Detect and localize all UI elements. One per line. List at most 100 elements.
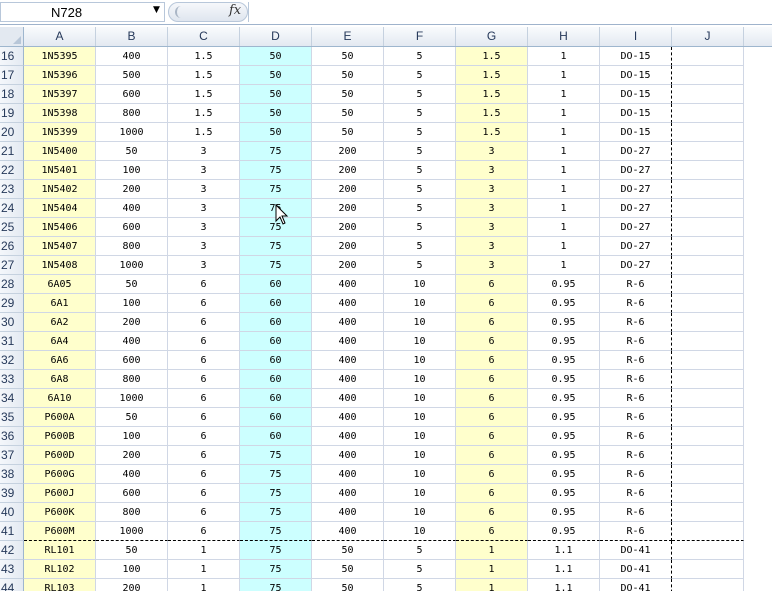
cell-d29[interactable]: 60 bbox=[240, 294, 312, 313]
cell-b34[interactable]: 1000 bbox=[96, 389, 168, 408]
cell-h31[interactable]: 0.95 bbox=[528, 332, 600, 351]
cell-j41[interactable] bbox=[672, 522, 744, 541]
cell-a23[interactable]: 1N5402 bbox=[24, 180, 96, 199]
cell-b30[interactable]: 200 bbox=[96, 313, 168, 332]
cell-d27[interactable]: 75 bbox=[240, 256, 312, 275]
cell-a42[interactable]: RL101 bbox=[24, 541, 96, 560]
cell-d26[interactable]: 75 bbox=[240, 237, 312, 256]
row-header-36[interactable]: 36 bbox=[0, 427, 24, 446]
row-header-22[interactable]: 22 bbox=[0, 161, 24, 180]
cell-a43[interactable]: RL102 bbox=[24, 560, 96, 579]
cell-c38[interactable]: 6 bbox=[168, 465, 240, 484]
cell-j22[interactable] bbox=[672, 161, 744, 180]
row-header-42[interactable]: 42 bbox=[0, 541, 24, 560]
cell-e17[interactable]: 50 bbox=[312, 66, 384, 85]
cell-g35[interactable]: 6 bbox=[456, 408, 528, 427]
cell-b28[interactable]: 50 bbox=[96, 275, 168, 294]
cell-h37[interactable]: 0.95 bbox=[528, 446, 600, 465]
cell-d41[interactable]: 75 bbox=[240, 522, 312, 541]
cell-c44[interactable]: 1 bbox=[168, 579, 240, 591]
row-header-41[interactable]: 41 bbox=[0, 522, 24, 541]
row-header-18[interactable]: 18 bbox=[0, 85, 24, 104]
cell-i41[interactable]: R-6 bbox=[600, 522, 672, 541]
cell-h38[interactable]: 0.95 bbox=[528, 465, 600, 484]
cell-c17[interactable]: 1.5 bbox=[168, 66, 240, 85]
cell-f42[interactable]: 5 bbox=[384, 541, 456, 560]
cell-a20[interactable]: 1N5399 bbox=[24, 123, 96, 142]
cell-f21[interactable]: 5 bbox=[384, 142, 456, 161]
row-header-19[interactable]: 19 bbox=[0, 104, 24, 123]
cell-f26[interactable]: 5 bbox=[384, 237, 456, 256]
cell-h34[interactable]: 0.95 bbox=[528, 389, 600, 408]
cell-f43[interactable]: 5 bbox=[384, 560, 456, 579]
cell-g16[interactable]: 1.5 bbox=[456, 47, 528, 66]
cell-e16[interactable]: 50 bbox=[312, 47, 384, 66]
cell-i20[interactable]: DO-15 bbox=[600, 123, 672, 142]
cell-b44[interactable]: 200 bbox=[96, 579, 168, 591]
column-header-j[interactable]: J bbox=[672, 27, 744, 46]
cell-a29[interactable]: 6A1 bbox=[24, 294, 96, 313]
cell-j16[interactable] bbox=[672, 47, 744, 66]
cell-b41[interactable]: 1000 bbox=[96, 522, 168, 541]
cell-d21[interactable]: 75 bbox=[240, 142, 312, 161]
cell-j26[interactable] bbox=[672, 237, 744, 256]
cell-f18[interactable]: 5 bbox=[384, 85, 456, 104]
cell-g44[interactable]: 1 bbox=[456, 579, 528, 591]
cell-a21[interactable]: 1N5400 bbox=[24, 142, 96, 161]
cell-h27[interactable]: 1 bbox=[528, 256, 600, 275]
row-header-20[interactable]: 20 bbox=[0, 123, 24, 142]
cell-j39[interactable] bbox=[672, 484, 744, 503]
cell-b20[interactable]: 1000 bbox=[96, 123, 168, 142]
cell-c30[interactable]: 6 bbox=[168, 313, 240, 332]
row-header-39[interactable]: 39 bbox=[0, 484, 24, 503]
cell-g18[interactable]: 1.5 bbox=[456, 85, 528, 104]
cell-j29[interactable] bbox=[672, 294, 744, 313]
cell-g42[interactable]: 1 bbox=[456, 541, 528, 560]
cell-f44[interactable]: 5 bbox=[384, 579, 456, 591]
cell-b19[interactable]: 800 bbox=[96, 104, 168, 123]
cell-b26[interactable]: 800 bbox=[96, 237, 168, 256]
row-header-43[interactable]: 43 bbox=[0, 560, 24, 579]
cell-f20[interactable]: 5 bbox=[384, 123, 456, 142]
cell-i23[interactable]: DO-27 bbox=[600, 180, 672, 199]
cell-f23[interactable]: 5 bbox=[384, 180, 456, 199]
cell-a36[interactable]: P600B bbox=[24, 427, 96, 446]
cell-c25[interactable]: 3 bbox=[168, 218, 240, 237]
row-header-24[interactable]: 24 bbox=[0, 199, 24, 218]
cell-h35[interactable]: 0.95 bbox=[528, 408, 600, 427]
cell-g37[interactable]: 6 bbox=[456, 446, 528, 465]
cell-b16[interactable]: 400 bbox=[96, 47, 168, 66]
cell-c32[interactable]: 6 bbox=[168, 351, 240, 370]
cell-f37[interactable]: 10 bbox=[384, 446, 456, 465]
cell-i35[interactable]: R-6 bbox=[600, 408, 672, 427]
cell-j37[interactable] bbox=[672, 446, 744, 465]
cell-d37[interactable]: 75 bbox=[240, 446, 312, 465]
cell-i44[interactable]: DO-41 bbox=[600, 579, 672, 591]
cell-a16[interactable]: 1N5395 bbox=[24, 47, 96, 66]
cell-j34[interactable] bbox=[672, 389, 744, 408]
formula-bar-splitter-icon[interactable] bbox=[175, 6, 187, 18]
cell-c41[interactable]: 6 bbox=[168, 522, 240, 541]
cell-e39[interactable]: 400 bbox=[312, 484, 384, 503]
cell-h32[interactable]: 0.95 bbox=[528, 351, 600, 370]
column-header-h[interactable]: H bbox=[528, 27, 600, 46]
cell-g28[interactable]: 6 bbox=[456, 275, 528, 294]
cell-j23[interactable] bbox=[672, 180, 744, 199]
cell-g36[interactable]: 6 bbox=[456, 427, 528, 446]
cell-c33[interactable]: 6 bbox=[168, 370, 240, 389]
cell-j33[interactable] bbox=[672, 370, 744, 389]
cell-j24[interactable] bbox=[672, 199, 744, 218]
cell-j17[interactable] bbox=[672, 66, 744, 85]
cell-i31[interactable]: R-6 bbox=[600, 332, 672, 351]
row-header-21[interactable]: 21 bbox=[0, 142, 24, 161]
cell-b22[interactable]: 100 bbox=[96, 161, 168, 180]
cell-h20[interactable]: 1 bbox=[528, 123, 600, 142]
cell-h25[interactable]: 1 bbox=[528, 218, 600, 237]
cell-b43[interactable]: 100 bbox=[96, 560, 168, 579]
column-header-f[interactable]: F bbox=[384, 27, 456, 46]
row-header-29[interactable]: 29 bbox=[0, 294, 24, 313]
row-header-27[interactable]: 27 bbox=[0, 256, 24, 275]
insert-function-icon[interactable]: fx bbox=[229, 3, 241, 18]
cell-b37[interactable]: 200 bbox=[96, 446, 168, 465]
cell-h23[interactable]: 1 bbox=[528, 180, 600, 199]
